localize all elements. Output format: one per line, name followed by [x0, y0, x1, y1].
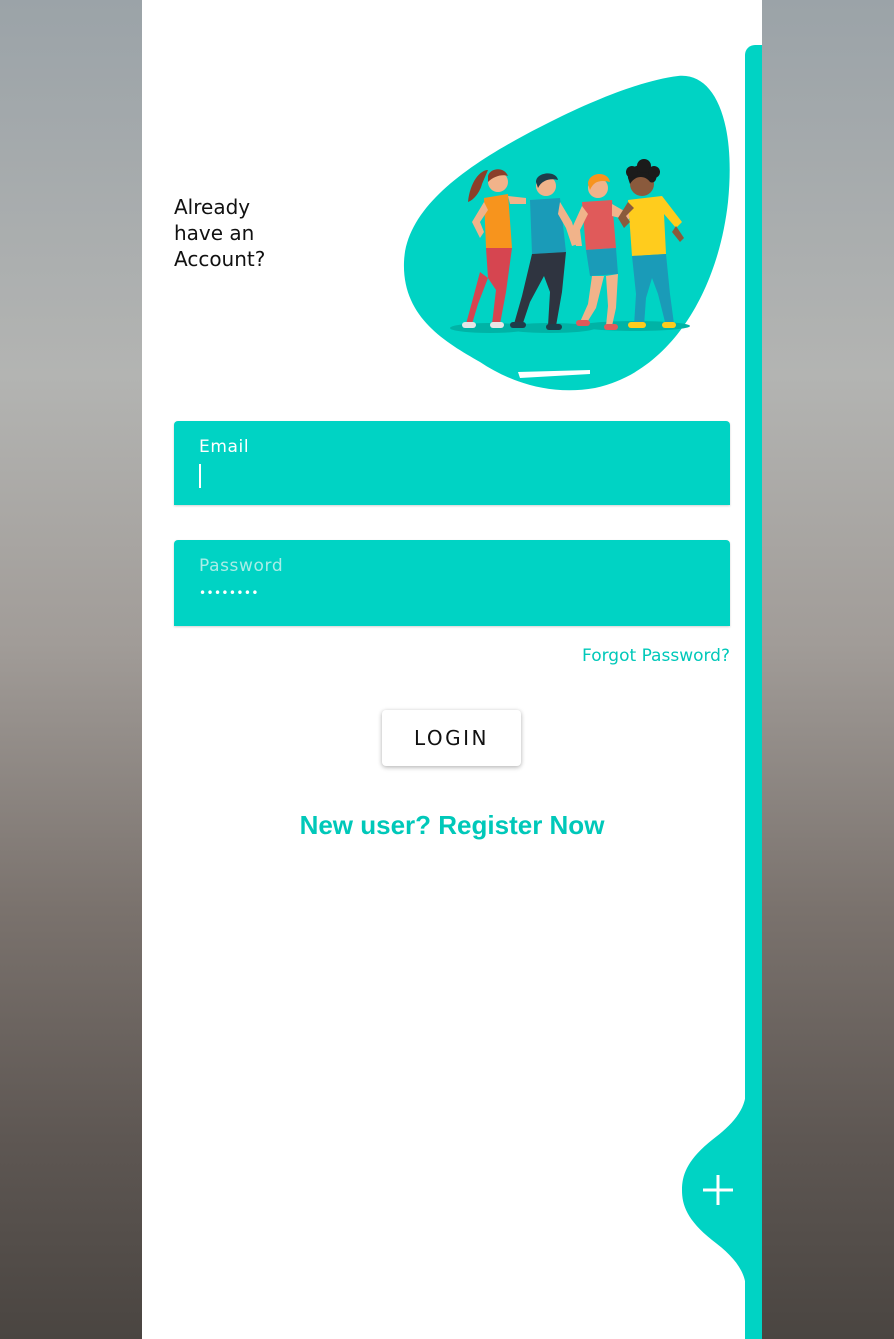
password-label: Password: [199, 556, 284, 576]
add-button[interactable]: [690, 1160, 746, 1220]
page-title: Already have an Account?: [174, 194, 314, 272]
email-field[interactable]: Email: [174, 421, 730, 505]
forgot-password-link[interactable]: Forgot Password?: [582, 646, 730, 666]
text-cursor: [199, 464, 201, 488]
register-link[interactable]: New user? Register Now: [142, 810, 762, 841]
login-button[interactable]: LOGIN: [382, 710, 521, 766]
password-field[interactable]: Password ••••••••: [174, 540, 730, 626]
group-of-friends-illustration: [403, 75, 730, 391]
login-screen: Already have an Account? Email Password …: [142, 0, 762, 1339]
title-line: Account?: [174, 247, 266, 271]
password-input[interactable]: ••••••••: [199, 586, 259, 600]
plus-icon: [703, 1175, 733, 1205]
email-input[interactable]: [199, 463, 699, 491]
hero-blob: [403, 75, 730, 391]
email-label: Email: [199, 437, 250, 457]
title-line: Already: [174, 195, 251, 219]
title-line: have an: [174, 221, 255, 245]
